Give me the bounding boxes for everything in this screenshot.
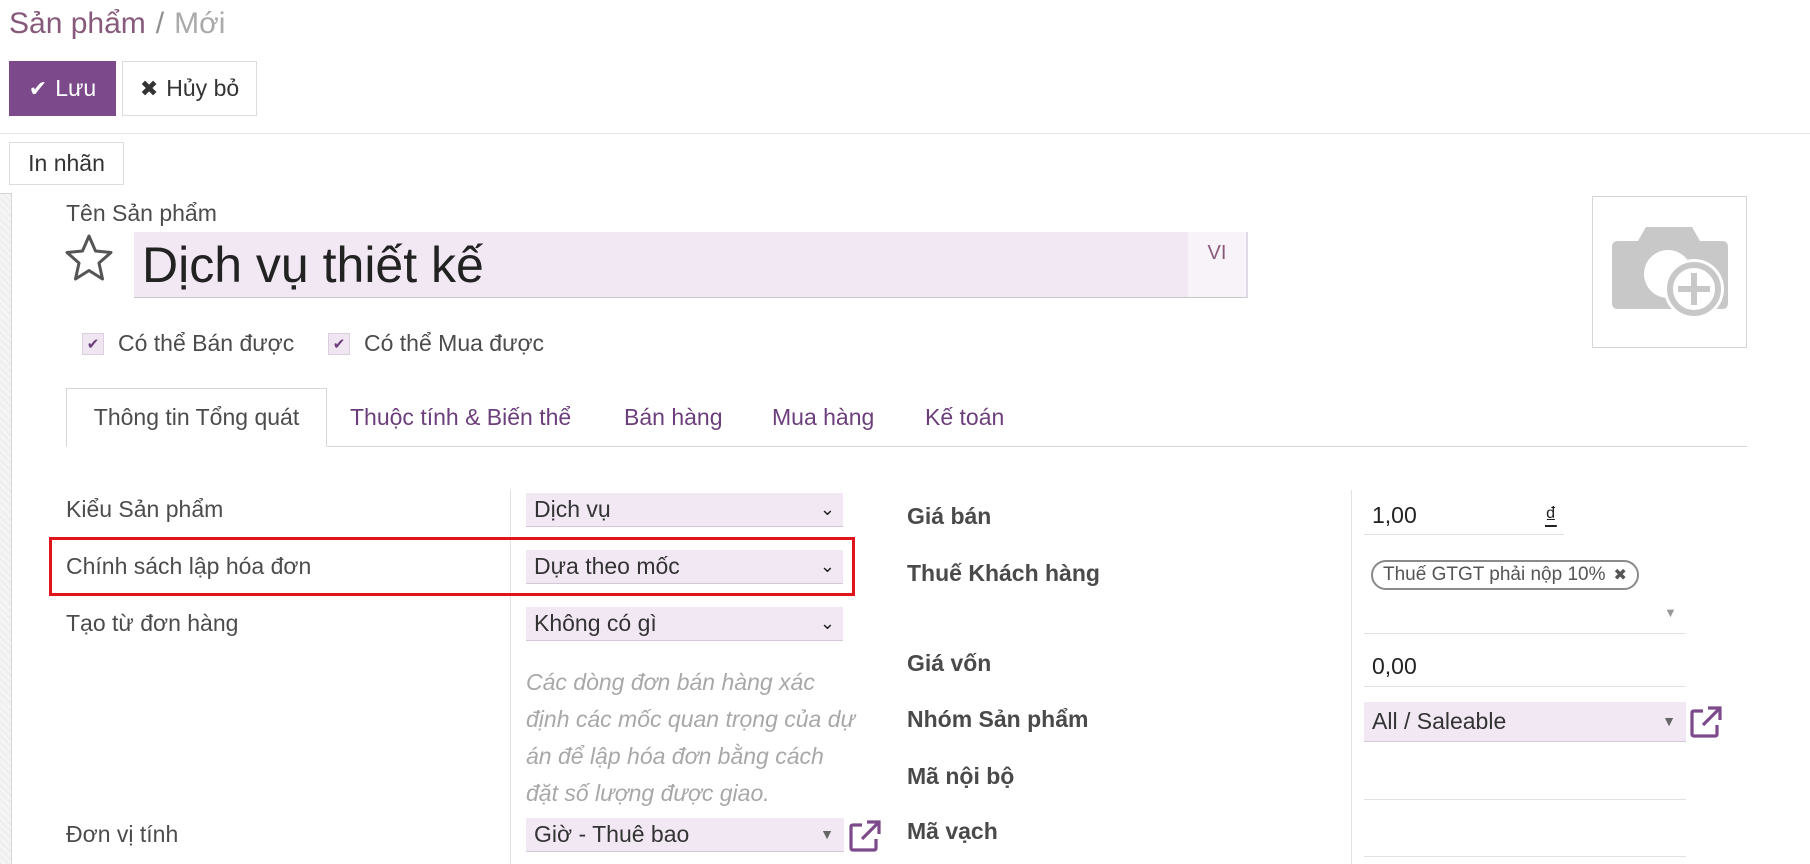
barcode-label: Mã vạch (907, 818, 998, 844)
tab-general-info[interactable]: Thông tin Tổng quát (66, 388, 327, 447)
camera-plus-icon (1612, 227, 1728, 319)
external-link-icon[interactable] (848, 819, 882, 853)
internal-ref-underline (1364, 799, 1686, 800)
breadcrumb-current: Mới (174, 7, 226, 40)
save-button-label: Lưu (55, 75, 97, 101)
can-be-sold-label: Có thể Bán được (118, 330, 295, 356)
control-panel-divider (0, 133, 1810, 134)
internal-ref-label: Mã nội bộ (907, 763, 1015, 789)
category-label: Nhóm Sản phẩm (907, 706, 1089, 732)
sales-price-label: Giá bán (907, 503, 992, 529)
create-on-order-label: Tạo từ đơn hàng (66, 610, 239, 636)
caret-down-icon: ▼ (820, 826, 834, 842)
create-on-order-value: Không có gì (534, 610, 657, 636)
can-be-purchased-label: Có thể Mua được (364, 330, 545, 356)
category-select[interactable]: All / Saleable ▼ (1364, 702, 1686, 742)
chevron-down-icon: ⌄ (819, 499, 835, 519)
tax-tag-label: Thuế GTGT phải nộp 10% (1383, 564, 1606, 585)
can-be-sold-checkbox[interactable]: ✔ Có thể Bán được (82, 330, 294, 357)
product-type-value: Dịch vụ (534, 496, 611, 522)
check-icon: ✔ (328, 332, 350, 355)
can-be-purchased-checkbox[interactable]: ✔ Có thể Mua được (328, 330, 544, 357)
product-name-label: Tên Sản phẩm (66, 200, 217, 226)
close-icon: ✖ (139, 75, 159, 101)
currency-symbol: ₫ (1545, 502, 1557, 528)
category-value: All / Saleable (1372, 708, 1507, 734)
chevron-down-icon: ⌄ (819, 613, 835, 633)
discard-button-label: Hủy bỏ (166, 75, 240, 101)
language-button[interactable]: VI (1188, 232, 1248, 298)
barcode-input[interactable] (1372, 818, 1686, 848)
product-name-input[interactable]: Dịch vụ thiết kế (134, 232, 1188, 298)
sales-price-underline (1364, 534, 1564, 535)
invoice-policy-label: Chính sách lập hóa đơn (66, 553, 312, 579)
right-column-separator (1351, 490, 1352, 864)
tab-sales[interactable]: Bán hàng (624, 388, 722, 447)
product-type-select[interactable]: Dịch vụ ⌄ (526, 493, 843, 527)
save-button[interactable]: ✔ Lưu (9, 61, 116, 116)
uom-label: Đơn vị tính (66, 821, 179, 847)
uom-value: Giờ - Thuê bao (534, 821, 690, 847)
external-link-icon[interactable] (1689, 705, 1723, 739)
discard-button[interactable]: ✖ Hủy bỏ (122, 61, 257, 116)
sales-price-input[interactable]: 1,00 (1372, 502, 1417, 529)
uom-select[interactable]: Giờ - Thuê bao ▼ (526, 818, 844, 852)
breadcrumb-separator: / (155, 7, 165, 40)
internal-ref-input[interactable] (1372, 763, 1686, 793)
chevron-down-icon: ⌄ (819, 556, 835, 576)
customer-taxes-underline (1364, 633, 1686, 634)
check-icon: ✔ (82, 332, 104, 355)
product-image-upload[interactable] (1592, 196, 1747, 348)
customer-taxes-label: Thuế Khách hàng (907, 560, 1100, 586)
tab-purchase[interactable]: Mua hàng (772, 388, 874, 447)
remove-tag-icon[interactable]: ✖ (1614, 565, 1627, 585)
create-on-order-select[interactable]: Không có gì ⌄ (526, 607, 843, 641)
tax-tag[interactable]: Thuế GTGT phải nộp 10% ✖ (1371, 560, 1639, 590)
star-icon[interactable] (64, 233, 114, 283)
product-type-label: Kiểu Sản phẩm (66, 496, 224, 522)
print-label-button[interactable]: In nhãn (9, 142, 124, 185)
caret-down-icon[interactable]: ▼ (1664, 605, 1677, 620)
breadcrumb: Sản phẩm / Mới (9, 6, 225, 42)
invoice-policy-value: Dựa theo mốc (534, 553, 680, 579)
breadcrumb-parent-link[interactable]: Sản phẩm (9, 7, 146, 40)
tab-accounting[interactable]: Kế toán (925, 388, 1004, 447)
invoice-policy-select[interactable]: Dựa theo mốc ⌄ (526, 550, 843, 584)
caret-down-icon: ▼ (1662, 713, 1676, 729)
tab-attributes-variants[interactable]: Thuộc tính & Biến thể (350, 388, 571, 447)
create-on-order-help-text: Các dòng đơn bán hàng xác định các mốc q… (526, 669, 856, 806)
cost-label: Giá vốn (907, 650, 992, 676)
cost-input[interactable]: 0,00 (1372, 653, 1417, 680)
cost-underline (1364, 686, 1686, 687)
check-icon: ✔ (28, 75, 48, 101)
barcode-underline (1364, 856, 1686, 857)
